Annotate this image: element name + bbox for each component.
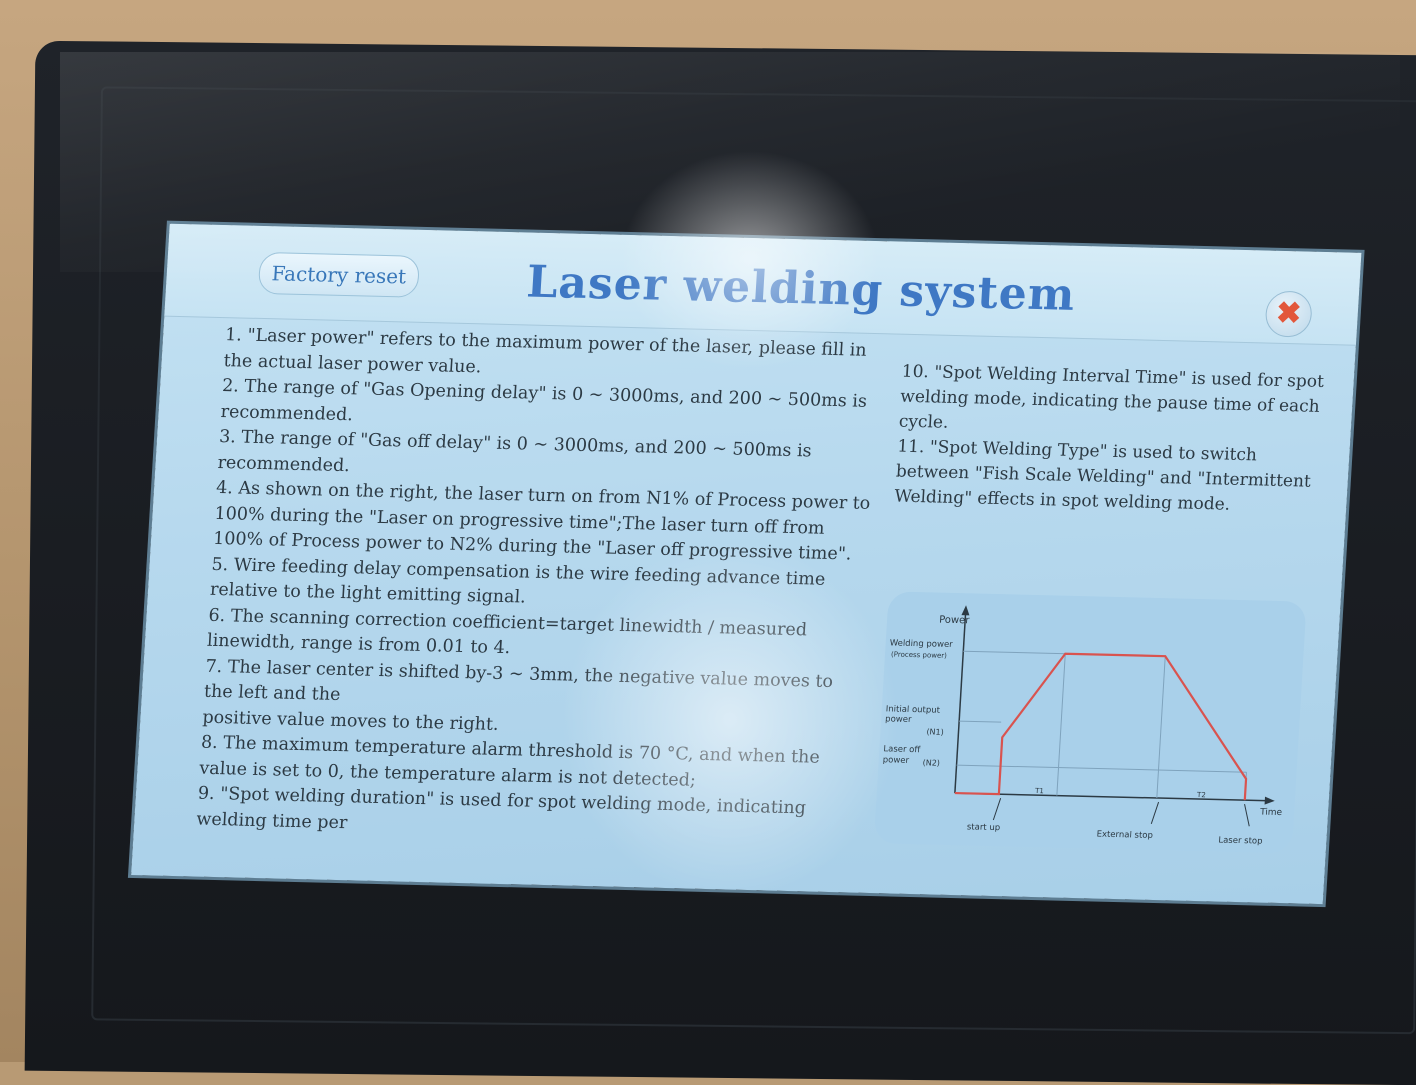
power-time-chart: Power Welding power (Process power) Init… (873, 591, 1307, 854)
ylabel-welding-power-sub: (Process power) (891, 650, 948, 659)
close-button[interactable]: ✖ (1264, 290, 1314, 338)
ylabel-initial-output-2: power (885, 714, 912, 725)
ylabel-power: Power (939, 615, 971, 627)
page-title: Laser welding system (525, 256, 1077, 321)
ylabel-laser-off: Laser off (883, 744, 922, 755)
grid-initial-level (959, 720, 1002, 723)
y-axis-arrow (961, 605, 970, 616)
x-axis (954, 792, 1269, 802)
ylabel-n1: (N1) (926, 727, 944, 736)
marker-external-stop (1150, 801, 1160, 825)
xlabel-t1: T1 (1034, 787, 1044, 795)
xlabel-time: Time (1259, 808, 1283, 819)
grid-external-stop (1156, 656, 1166, 799)
xlabel-start-up: start up (967, 822, 1001, 833)
marker-laser-stop (1244, 804, 1250, 827)
factory-reset-button[interactable]: Factory reset (257, 251, 421, 298)
power-curve (954, 652, 1248, 801)
instruction-item: 10. "Spot Welding Interval Time" is used… (898, 361, 1325, 433)
grid-t1 (1056, 653, 1066, 796)
x-axis-arrow (1264, 796, 1275, 805)
instructions-right-column: 10. "Spot Welding Interval Time" is used… (894, 360, 1328, 520)
xlabel-t2: T2 (1196, 791, 1206, 799)
instruction-item: 11. "Spot Welding Type" is used to switc… (893, 436, 1312, 515)
close-icon: ✖ (1275, 295, 1303, 332)
xlabel-external-stop: External stop (1096, 830, 1153, 841)
instructions-left-column: 1. "Laser power" refers to the maximum p… (196, 323, 886, 849)
marker-start-up (992, 798, 1002, 821)
xlabel-laser-stop: Laser stop (1218, 836, 1263, 847)
y-axis (954, 611, 967, 794)
ylabel-n2: (N2) (922, 758, 940, 767)
touch-screen: Factory reset Laser welding system ✖ 1. … (131, 223, 1362, 905)
power-time-chart-svg: Power Welding power (Process power) Init… (882, 605, 1283, 847)
ylabel-laser-off-2: power (882, 755, 909, 766)
ylabel-welding-power: Welding power (889, 638, 953, 650)
